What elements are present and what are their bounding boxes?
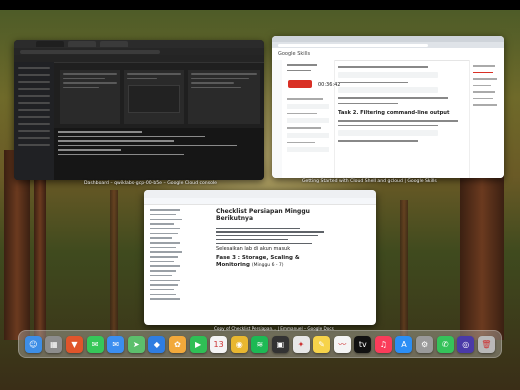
- chrome-icon[interactable]: ◉: [230, 335, 248, 353]
- console-sidebar[interactable]: [14, 62, 54, 180]
- calendar-icon[interactable]: 13: [210, 335, 228, 353]
- brave-icon[interactable]: ▼: [65, 335, 83, 353]
- apple-tv-icon[interactable]: tv: [354, 335, 372, 353]
- skills-nav-rail[interactable]: [272, 60, 282, 178]
- api-card: [124, 70, 184, 124]
- freeform-icon[interactable]: 〰: [333, 335, 351, 353]
- browser-tab[interactable]: [68, 41, 96, 47]
- browser-tab-bar[interactable]: [14, 40, 264, 48]
- app-store-icon[interactable]: A: [395, 335, 413, 353]
- docs-toolbar[interactable]: [144, 198, 376, 205]
- lab-outline-panel[interactable]: [469, 60, 504, 178]
- dock: ☺ ▦ ▼ ✉ ✉ ➤ ◆ ✿ ▶ 13 ◉ ≋ ▣ ✦ ✎ 〰 tv ♫ A ⚙ ✆ ◎ 🗑: [18, 330, 502, 358]
- screen-share-icon[interactable]: ◎: [457, 335, 475, 353]
- finder-alt-icon[interactable]: ◆: [148, 335, 166, 353]
- tv-icon[interactable]: ▣: [271, 335, 289, 353]
- google-skills-logo: Google Skills: [278, 51, 311, 57]
- code-block[interactable]: [338, 130, 438, 136]
- tool-icon[interactable]: ✦: [292, 335, 310, 353]
- end-lab-button[interactable]: [288, 80, 312, 88]
- tree-trunk-right: [460, 170, 504, 340]
- document-outline[interactable]: [146, 206, 190, 325]
- skills-window-caption: Getting Started with Cloud Shell and gcl…: [302, 179, 437, 184]
- settings-icon[interactable]: ⚙: [416, 335, 434, 353]
- google-skills-window[interactable]: Google Skills 00:36:42 Task 2. Filtering…: [272, 36, 504, 178]
- spotify-icon[interactable]: ≋: [251, 335, 269, 353]
- desktop: Dashboard – qwiklabs-gcp-00-b5e – Google…: [0, 0, 520, 390]
- code-block[interactable]: [338, 87, 438, 93]
- whatsapp-icon[interactable]: ✆: [436, 335, 454, 353]
- lab-instructions: Task 2. Filtering command-line output: [338, 62, 468, 178]
- doc-subheading: Selesaikan lab di akun masuk: [216, 246, 291, 252]
- browser-chrome[interactable]: [272, 36, 504, 48]
- browser-tab[interactable]: [100, 41, 128, 47]
- document-page[interactable]: Checklist Persiapan Minggu Berikutnya Se…: [216, 208, 346, 325]
- task-heading: Task 2. Filtering command-line output: [338, 110, 450, 116]
- docs-title-bar[interactable]: [144, 190, 376, 198]
- cloud-console-window[interactable]: [14, 40, 264, 180]
- finder-icon[interactable]: ☺: [24, 335, 42, 353]
- mail-icon[interactable]: ✉: [107, 335, 125, 353]
- notes-icon[interactable]: ✎: [313, 335, 331, 353]
- project-info-card: [60, 70, 120, 124]
- doc-title: Checklist Persiapan Minggu Berikutnya: [216, 208, 310, 223]
- photos-icon[interactable]: ✿: [168, 335, 186, 353]
- maps-icon[interactable]: ➤: [127, 335, 145, 353]
- doc-section-heading: Fase 3 : Storage, Scaling & Monitoring (…: [216, 255, 306, 268]
- address-bar[interactable]: [14, 48, 264, 55]
- facetime-icon[interactable]: ▶: [189, 335, 207, 353]
- browser-tab[interactable]: [36, 41, 64, 47]
- resources-card: [188, 70, 260, 124]
- doc-section-suffix: (Minggu 6 - 7): [251, 262, 284, 268]
- console-window-caption: Dashboard – qwiklabs-gcp-00-b5e – Google…: [84, 181, 218, 186]
- tree-trunk-mid-right: [400, 200, 408, 340]
- trash-icon[interactable]: 🗑: [477, 335, 495, 353]
- code-block[interactable]: [338, 71, 438, 78]
- launchpad-icon[interactable]: ▦: [45, 335, 63, 353]
- tree-trunk-left-small: [34, 180, 46, 340]
- menu-bar: [0, 0, 520, 10]
- cloud-shell-terminal[interactable]: [54, 128, 264, 180]
- lab-control-panel[interactable]: 00:36:42: [282, 60, 340, 178]
- google-docs-window[interactable]: Checklist Persiapan Minggu Berikutnya Se…: [144, 190, 376, 325]
- tree-trunk-mid: [110, 190, 118, 340]
- messages-icon[interactable]: ✉: [86, 335, 104, 353]
- music-icon[interactable]: ♫: [374, 335, 392, 353]
